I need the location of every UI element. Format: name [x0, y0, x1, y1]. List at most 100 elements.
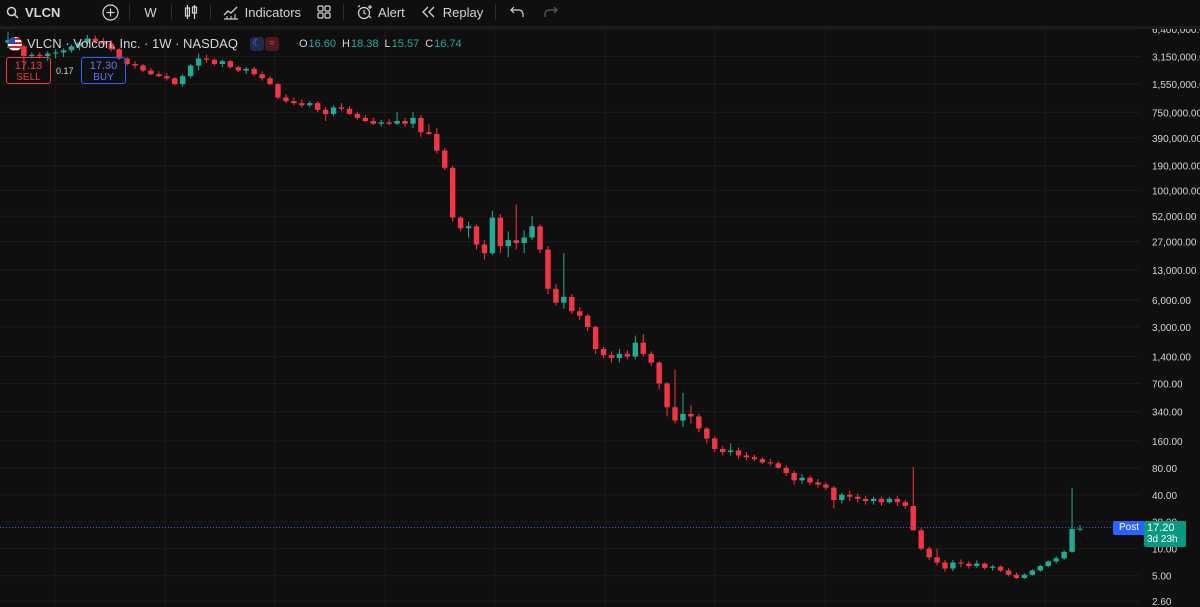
- candle-body: [314, 103, 321, 110]
- candle: [966, 561, 972, 569]
- candle: [545, 246, 551, 295]
- candle-body: [894, 498, 901, 503]
- candle-body: [203, 58, 210, 60]
- buy-price: 17.30: [89, 60, 118, 72]
- candle: [275, 82, 281, 100]
- candle-body: [600, 349, 607, 356]
- y-tick-label: 27,000.00: [1152, 238, 1197, 249]
- buy-button[interactable]: 17.30 BUY: [81, 57, 126, 84]
- low-value: 15.57: [391, 37, 420, 50]
- candle: [672, 369, 678, 424]
- candle-body: [656, 362, 662, 384]
- layouts-button[interactable]: [309, 0, 339, 24]
- candle-body: [624, 353, 631, 357]
- candle: [950, 559, 956, 572]
- candle-body: [950, 562, 956, 569]
- candle-body: [751, 457, 758, 460]
- candle: [251, 67, 257, 77]
- candle-body: [688, 413, 694, 417]
- candle: [616, 349, 623, 363]
- undo-icon: [510, 6, 524, 17]
- chart-area[interactable]: 6,400,000.00 3,150,000.00 1,550,000.00 750,…: [0, 29, 1200, 607]
- candle-body: [465, 226, 472, 229]
- candle-body: [307, 103, 313, 106]
- candle-body: [886, 498, 893, 503]
- candle: [370, 117, 376, 126]
- y-tick-label: 13,000.00: [1152, 266, 1197, 277]
- toolbar-divider: [170, 4, 172, 20]
- candle-body: [632, 342, 639, 357]
- symbol-label: VLCN: [25, 4, 61, 20]
- sell-button[interactable]: 17.13 SELL: [6, 57, 51, 84]
- candle: [727, 443, 734, 456]
- candle: [259, 71, 265, 81]
- candle: [299, 99, 305, 108]
- candle: [783, 465, 789, 476]
- interval-button[interactable]: W: [134, 0, 166, 24]
- candle-body: [172, 78, 178, 85]
- alert-button[interactable]: Alert: [348, 0, 413, 24]
- redo-button[interactable]: [534, 0, 568, 24]
- y-tick-label: 190,000.00: [1152, 162, 1200, 173]
- candle-body: [434, 133, 440, 151]
- indicators-button[interactable]: Indicators: [215, 0, 309, 24]
- candle: [982, 562, 988, 570]
- candle: [942, 559, 948, 572]
- candle: [862, 495, 869, 505]
- plus-circle-icon: [102, 3, 119, 21]
- candle-body: [140, 65, 146, 71]
- approx-icon: ≈: [264, 36, 279, 51]
- candle-body: [1069, 528, 1075, 552]
- candle: [831, 486, 837, 509]
- candle-body: [354, 113, 361, 118]
- chart-type-button[interactable]: [176, 0, 206, 24]
- candle-body: [783, 467, 789, 474]
- candle: [426, 124, 432, 135]
- candle: [243, 67, 249, 75]
- candle: [362, 115, 369, 123]
- candle-body: [966, 563, 972, 566]
- candle-body: [704, 428, 710, 439]
- compare-symbol-button[interactable]: [96, 0, 125, 24]
- candle-body: [680, 413, 686, 421]
- search-icon: [6, 6, 19, 19]
- candle-body: [1053, 558, 1059, 562]
- candle: [719, 446, 726, 456]
- candle-body: [982, 563, 988, 568]
- spread-value: 0.17: [56, 66, 74, 76]
- low-key: L: [384, 37, 391, 50]
- candle-body: [394, 121, 400, 124]
- candle-body: [537, 226, 543, 250]
- candle: [489, 210, 496, 256]
- candle-body: [275, 84, 281, 98]
- candle: [148, 67, 154, 76]
- candle: [1069, 487, 1075, 553]
- candle-body: [338, 107, 345, 109]
- replay-button[interactable]: Replay: [413, 0, 491, 24]
- high-key: H: [342, 37, 350, 50]
- candle: [322, 107, 329, 122]
- symbol-search-button[interactable]: VLCN: [0, 0, 78, 24]
- symbol-title[interactable]: VLCN · Volcon, Inc. · 1W · NASDAQ: [27, 36, 238, 51]
- candle-body: [823, 484, 829, 488]
- last-price-tag: 17.20 3d 23h: [1144, 521, 1186, 547]
- candle: [378, 119, 384, 127]
- y-tick-label: 3,150,000.00: [1152, 53, 1200, 64]
- candle: [712, 436, 718, 453]
- undo-button[interactable]: [500, 0, 534, 24]
- candle-body: [926, 548, 932, 558]
- price-chart[interactable]: 6,400,000.00 3,150,000.00 1,550,000.00 750,…: [0, 29, 1200, 607]
- candle-body: [418, 117, 424, 133]
- candle: [561, 253, 567, 309]
- candle: [354, 111, 361, 120]
- close-value: 16.74: [434, 37, 462, 50]
- candle: [338, 103, 345, 111]
- candle: [989, 564, 996, 571]
- candle: [442, 147, 448, 171]
- candle-body: [457, 217, 464, 229]
- candle-body: [370, 121, 376, 124]
- candle-layer: [5, 31, 1083, 579]
- candle-body: [815, 482, 821, 485]
- candle: [219, 59, 226, 68]
- candle: [1029, 569, 1036, 576]
